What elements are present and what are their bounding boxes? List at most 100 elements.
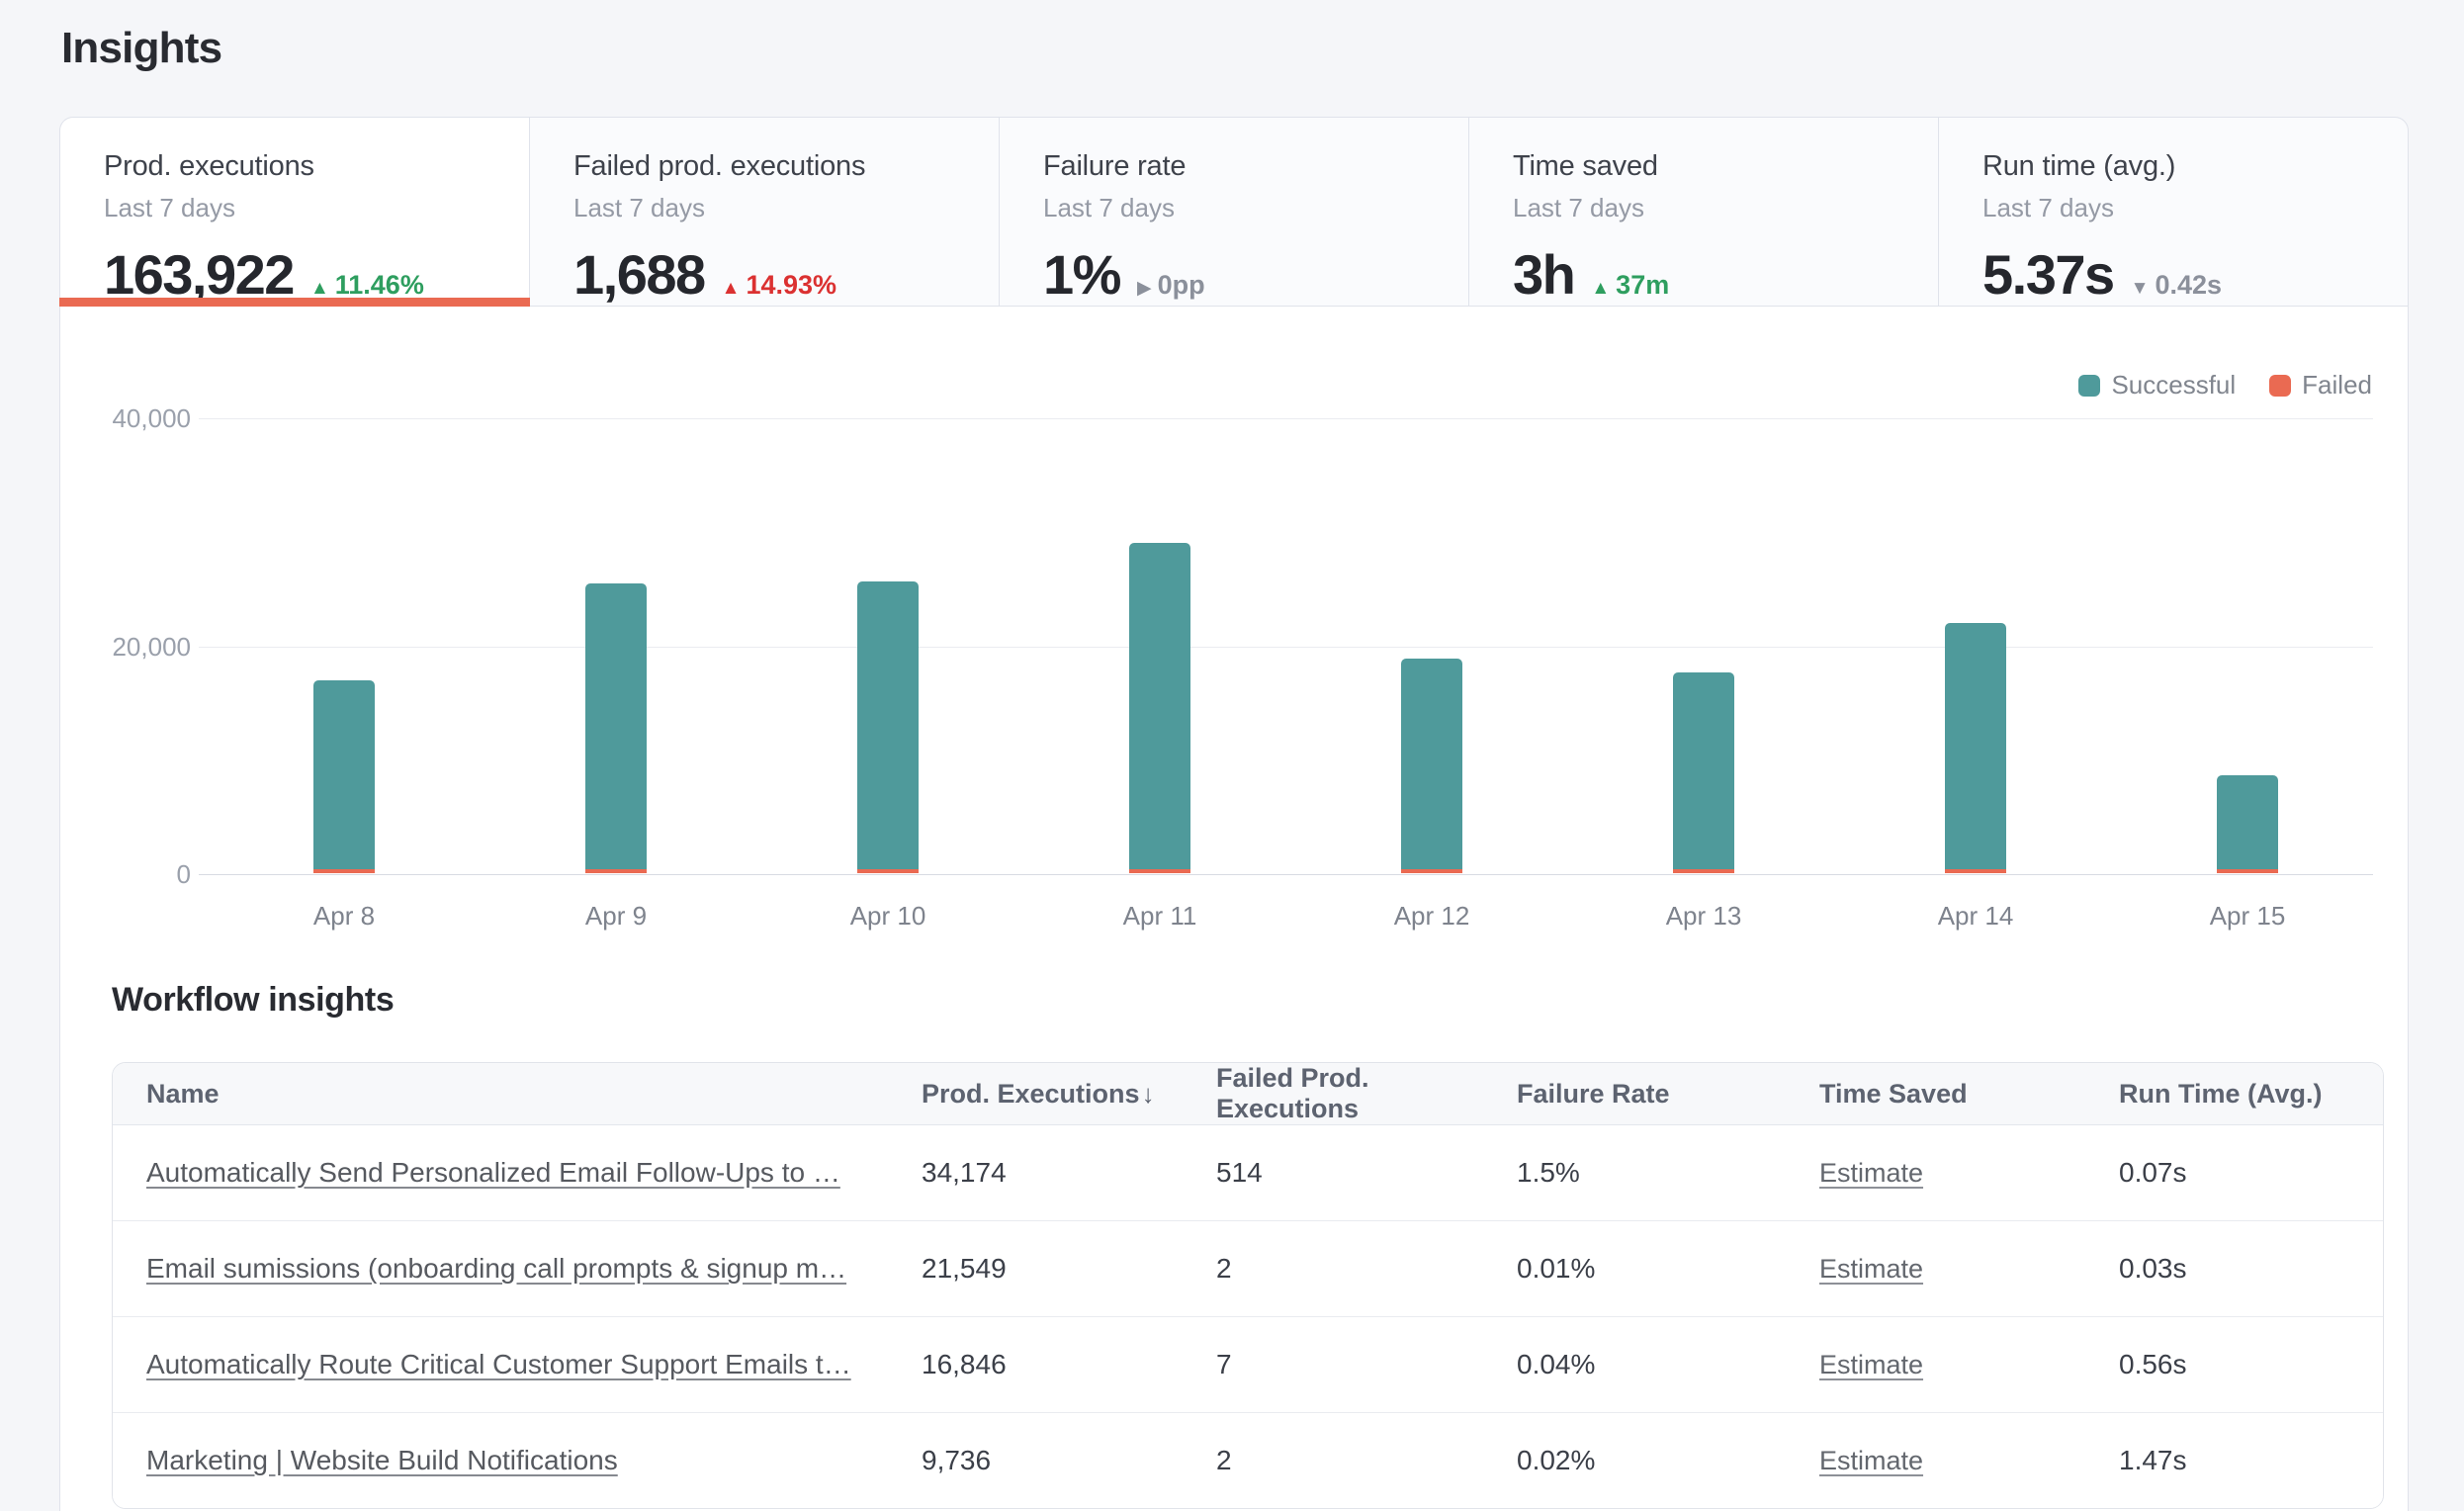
- workflow-name-link[interactable]: Marketing | Website Build Notifications: [146, 1445, 618, 1475]
- stat-card-label: Time saved: [1513, 150, 1938, 183]
- stat-card-label: Failed prod. executions: [573, 150, 999, 183]
- table-row: Marketing | Website Build Notifications9…: [113, 1412, 2383, 1508]
- bar-segment-successful: [857, 581, 919, 869]
- bar-segment-successful: [585, 583, 647, 869]
- legend-label: Failed: [2302, 370, 2372, 400]
- insights-page: Insights Prod. executionsLast 7 days163,…: [0, 0, 2464, 1511]
- workflow-insights-table: NameProd. Executions↓Failed Prod. Execut…: [112, 1062, 2384, 1509]
- table-header-row: NameProd. Executions↓Failed Prod. Execut…: [113, 1063, 2383, 1125]
- bar-apr-15: [2217, 775, 2278, 873]
- failed-executions-cell: 2: [1216, 1445, 1517, 1476]
- bar-segment-failed: [857, 869, 919, 873]
- failure-rate-cell: 0.01%: [1517, 1253, 1819, 1285]
- tab-time-saved[interactable]: Time savedLast 7 days3h▲37m: [1468, 117, 1939, 307]
- chart-plot-area: [199, 418, 2373, 874]
- bar-apr-8: [313, 680, 375, 873]
- stat-card-delta: ▲14.93%: [722, 270, 836, 301]
- tab-prod-executions[interactable]: Prod. executionsLast 7 days163,922▲11.46…: [59, 117, 530, 307]
- failure-rate-cell: 0.02%: [1517, 1445, 1819, 1476]
- table-row: Automatically Route Critical Customer Su…: [113, 1316, 2383, 1412]
- time-saved-cell: Estimate: [1819, 1349, 2119, 1380]
- column-header-run-time-avg-[interactable]: Run Time (Avg.): [2119, 1079, 2383, 1110]
- estimate-link[interactable]: Estimate: [1819, 1254, 1923, 1284]
- column-header-name[interactable]: Name: [113, 1079, 922, 1110]
- legend-item-failed[interactable]: Failed: [2269, 370, 2372, 400]
- bar-segment-successful: [1673, 672, 1734, 869]
- trend-up-icon: ▲: [722, 278, 741, 300]
- executions-chart: SuccessfulFailed 020,00040,000 Apr 8Apr …: [60, 307, 2408, 959]
- stat-card-period: Last 7 days: [104, 193, 529, 223]
- failed-executions-cell: 514: [1216, 1157, 1517, 1189]
- bar-apr-12: [1401, 659, 1462, 873]
- stat-card-value-row: 1,688 ▲14.93%: [573, 242, 999, 307]
- estimate-link[interactable]: Estimate: [1819, 1158, 1923, 1188]
- stat-card-value: 1,688: [573, 242, 705, 307]
- x-axis-tick-label: Apr 11: [1024, 901, 1295, 932]
- run-time-cell: 0.07s: [2119, 1157, 2383, 1189]
- stat-card-delta: ▲11.46%: [310, 270, 424, 301]
- failed-executions-cell: 7: [1216, 1349, 1517, 1380]
- run-time-cell: 1.47s: [2119, 1445, 2383, 1476]
- column-header-label: Time Saved: [1819, 1079, 1968, 1110]
- x-axis-tick-label: Apr 8: [209, 901, 480, 932]
- column-header-label: Prod. Executions: [922, 1079, 1140, 1110]
- run-time-cell: 0.03s: [2119, 1253, 2383, 1285]
- x-axis-tick-label: Apr 9: [481, 901, 751, 932]
- bar-apr-14: [1945, 623, 2006, 873]
- bar-segment-failed: [1945, 869, 2006, 873]
- prod-executions-cell: 16,846: [922, 1349, 1216, 1380]
- x-axis-tick-label: Apr 14: [1840, 901, 2111, 932]
- workflow-name-cell: Automatically Route Critical Customer Su…: [113, 1349, 922, 1380]
- bar-segment-failed: [313, 869, 375, 873]
- bar-segment-failed: [2217, 869, 2278, 873]
- run-time-cell: 0.56s: [2119, 1349, 2383, 1380]
- bar-segment-successful: [2217, 775, 2278, 869]
- legend-swatch-failed: [2269, 375, 2291, 397]
- column-header-failure-rate[interactable]: Failure Rate: [1517, 1079, 1819, 1110]
- y-axis-tick-label: 20,000: [60, 631, 191, 663]
- stat-card-delta-value: 0pp: [1158, 270, 1205, 301]
- column-header-failed-prod-executions[interactable]: Failed Prod. Executions: [1216, 1063, 1517, 1124]
- workflow-name-cell: Automatically Send Personalized Email Fo…: [113, 1157, 922, 1189]
- estimate-link[interactable]: Estimate: [1819, 1446, 1923, 1475]
- bar-segment-successful: [1129, 543, 1190, 869]
- bar-segment-successful: [1401, 659, 1462, 869]
- x-axis-tick-label: Apr 15: [2112, 901, 2383, 932]
- workflow-name-link[interactable]: Automatically Route Critical Customer Su…: [146, 1349, 851, 1379]
- failure-rate-cell: 0.04%: [1517, 1349, 1819, 1380]
- stat-card-period: Last 7 days: [1513, 193, 1938, 223]
- table-row: Automatically Send Personalized Email Fo…: [113, 1125, 2383, 1220]
- stat-card-period: Last 7 days: [573, 193, 999, 223]
- legend-item-successful[interactable]: Successful: [2078, 370, 2236, 400]
- table-row: Email sumissions (onboarding call prompt…: [113, 1220, 2383, 1316]
- stat-card-value: 5.37s: [1982, 242, 2114, 307]
- tab-failure-rate[interactable]: Failure rateLast 7 days1%▶0pp: [999, 117, 1469, 307]
- column-header-prod-executions[interactable]: Prod. Executions↓: [922, 1079, 1216, 1110]
- x-axis-tick-label: Apr 13: [1568, 901, 1839, 932]
- active-tab-underline: [59, 298, 530, 307]
- sort-desc-icon: ↓: [1142, 1079, 1155, 1110]
- column-header-time-saved[interactable]: Time Saved: [1819, 1079, 2119, 1110]
- time-saved-cell: Estimate: [1819, 1445, 2119, 1476]
- workflow-name-link[interactable]: Email sumissions (onboarding call prompt…: [146, 1253, 846, 1284]
- prod-executions-cell: 21,549: [922, 1253, 1216, 1285]
- bar-segment-failed: [1129, 869, 1190, 873]
- time-saved-cell: Estimate: [1819, 1157, 2119, 1189]
- tab-run-time-avg[interactable]: Run time (avg.)Last 7 days5.37s▼0.42s: [1938, 117, 2409, 307]
- bar-apr-10: [857, 581, 919, 873]
- stat-card-delta-value: 11.46%: [335, 270, 424, 301]
- legend-label: Successful: [2111, 370, 2236, 400]
- stat-card-label: Failure rate: [1043, 150, 1468, 183]
- column-header-label: Failed Prod. Executions: [1216, 1063, 1517, 1124]
- tab-failed-prod-executions[interactable]: Failed prod. executions Last 7 days 1,688 ▲…: [529, 117, 1000, 307]
- legend-swatch-successful: [2078, 375, 2100, 397]
- trend-up-icon: ▲: [1591, 278, 1610, 300]
- workflow-name-link[interactable]: Automatically Send Personalized Email Fo…: [146, 1157, 840, 1188]
- time-saved-cell: Estimate: [1819, 1253, 2119, 1285]
- y-axis-tick-label: 0: [60, 858, 191, 890]
- bar-apr-9: [585, 583, 647, 873]
- trend-down-icon: ▼: [2131, 278, 2150, 300]
- workflow-name-cell: Email sumissions (onboarding call prompt…: [113, 1253, 922, 1285]
- estimate-link[interactable]: Estimate: [1819, 1350, 1923, 1379]
- workflow-insights-title: Workflow insights: [112, 981, 394, 1020]
